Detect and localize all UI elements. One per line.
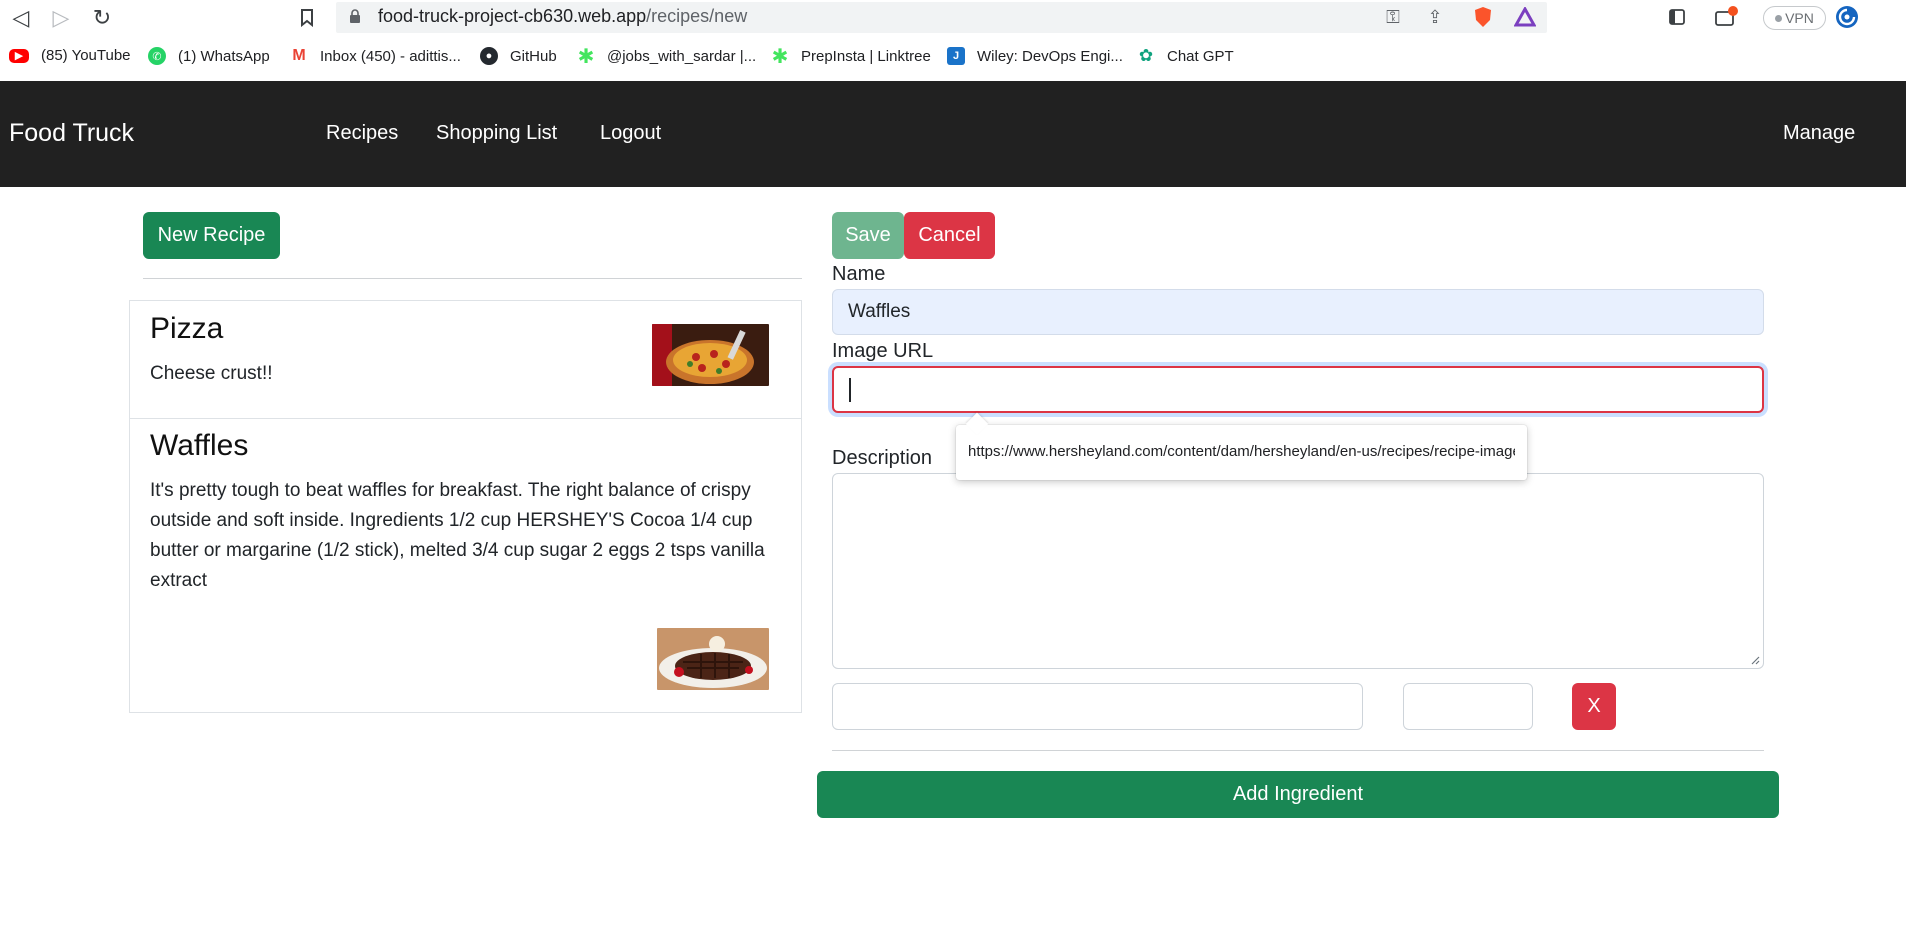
bookmark-item[interactable]: ● GitHub — [480, 47, 557, 65]
brave-rewards-icon[interactable] — [1512, 4, 1538, 30]
bookmark-item[interactable]: ✱ @jobs_with_sardar |... — [577, 45, 757, 68]
sidebar-icon[interactable] — [1664, 4, 1690, 30]
save-button[interactable]: Save — [832, 212, 904, 259]
bookmark-label: (1) WhatsApp — [178, 47, 270, 65]
ingredient-amount-input[interactable] — [1403, 683, 1533, 730]
key-icon[interactable]: ⚿ — [1380, 4, 1406, 30]
bookmark-item[interactable]: ✆ (1) WhatsApp — [148, 47, 270, 65]
profile-avatar-icon[interactable] — [1834, 4, 1860, 30]
text-caret — [849, 377, 851, 402]
nav-logout[interactable]: Logout — [600, 122, 661, 145]
wallet-icon[interactable] — [1713, 4, 1739, 30]
nav-manage[interactable]: Manage — [1783, 122, 1855, 145]
linktree-icon: ✱ — [577, 45, 595, 68]
url-text[interactable]: food-truck-project-cb630.web.app/recipes… — [378, 6, 747, 27]
bookmark-label: PrepInsta | Linktree — [801, 47, 931, 65]
nav-shopping-list[interactable]: Shopping List — [436, 122, 557, 145]
name-input[interactable]: Waffles — [832, 289, 1764, 335]
reload-icon[interactable]: ↻ — [89, 5, 115, 31]
name-label: Name — [832, 263, 886, 285]
bookmark-label: Inbox (450) - adittis... — [320, 47, 461, 65]
add-ingredient-button[interactable]: Add Ingredient — [817, 771, 1779, 818]
bookmark-label: GitHub — [510, 47, 557, 65]
vpn-toggle[interactable]: VPN — [1763, 6, 1826, 30]
autofill-suggestion-popup: https://www.hersheyland.com/content/dam/… — [956, 425, 1527, 480]
image-url-input[interactable] — [832, 366, 1764, 413]
vpn-status-dot — [1775, 14, 1783, 22]
cancel-button[interactable]: Cancel — [904, 212, 995, 259]
divider — [832, 750, 1764, 751]
forward-arrow-icon[interactable]: ▷ — [48, 5, 74, 31]
back-arrow-icon[interactable]: ◁ — [8, 5, 34, 31]
recipe-list: Pizza Cheese crust!! Waffles It's pretty… — [129, 300, 802, 713]
recipe-title: Waffles — [150, 429, 249, 462]
wiley-icon: J — [947, 47, 965, 65]
name-input-value: Waffles — [848, 301, 911, 322]
brave-shield-icon[interactable] — [1470, 4, 1496, 30]
recipe-title: Pizza — [150, 312, 224, 345]
chatgpt-icon: ✿ — [1137, 46, 1155, 65]
linktree-icon: ✱ — [771, 45, 789, 68]
bookmark-item[interactable]: ✱ PrepInsta | Linktree — [771, 45, 931, 68]
bookmark-label: (85) YouTube — [41, 47, 131, 64]
image-url-label: Image URL — [832, 340, 934, 362]
youtube-icon: ▶ — [9, 48, 29, 63]
bookmark-item[interactable]: M Inbox (450) - adittis... — [290, 47, 461, 65]
recipe-item-waffles[interactable]: Waffles It's pretty tough to beat waffle… — [130, 418, 801, 712]
github-icon: ● — [480, 47, 498, 65]
share-icon[interactable]: ⇪ — [1422, 4, 1448, 30]
vpn-label: VPN — [1785, 10, 1814, 26]
waffles-image — [657, 628, 769, 690]
bookmark-item[interactable]: ▶ (85) YouTube — [9, 47, 131, 64]
app-navbar: Food Truck Recipes Shopping List Logout … — [0, 81, 1906, 187]
brand-link[interactable]: Food Truck — [9, 119, 134, 148]
pizza-image — [652, 324, 769, 386]
lock-icon — [350, 9, 360, 23]
new-recipe-button[interactable]: New Recipe — [143, 212, 280, 259]
autofill-suggestion[interactable]: https://www.hersheyland.com/content/dam/… — [968, 443, 1515, 460]
whatsapp-icon: ✆ — [148, 47, 166, 65]
bookmark-item[interactable]: J Wiley: DevOps Engi... — [947, 47, 1123, 65]
remove-ingredient-button[interactable]: X — [1572, 683, 1616, 730]
divider — [143, 278, 802, 279]
ingredient-name-input[interactable] — [832, 683, 1363, 730]
nav-recipes[interactable]: Recipes — [326, 122, 398, 145]
recipe-description: It's pretty tough to beat waffles for br… — [150, 480, 765, 591]
recipe-description: Cheese crust!! — [150, 363, 273, 384]
bookmark-label: Wiley: DevOps Engi... — [977, 47, 1123, 65]
bookmark-label: Chat GPT — [1167, 47, 1234, 65]
bookmarks-bar: ▶ (85) YouTube ✆ (1) WhatsApp M Inbox (4… — [0, 35, 1906, 81]
bookmark-label: @jobs_with_sardar |... — [607, 47, 757, 65]
resize-handle-icon[interactable] — [1750, 655, 1760, 665]
bookmark-icon[interactable] — [294, 5, 320, 31]
description-label: Description — [832, 447, 933, 469]
gmail-icon: M — [290, 47, 308, 65]
browser-toolbar: ◁ ▷ ↻ food-truck-project-cb630.web.app/r… — [0, 0, 1906, 35]
recipe-item-pizza[interactable]: Pizza Cheese crust!! — [130, 301, 801, 418]
bookmark-item[interactable]: ✿ Chat GPT — [1137, 46, 1234, 65]
description-textarea[interactable] — [832, 473, 1764, 669]
